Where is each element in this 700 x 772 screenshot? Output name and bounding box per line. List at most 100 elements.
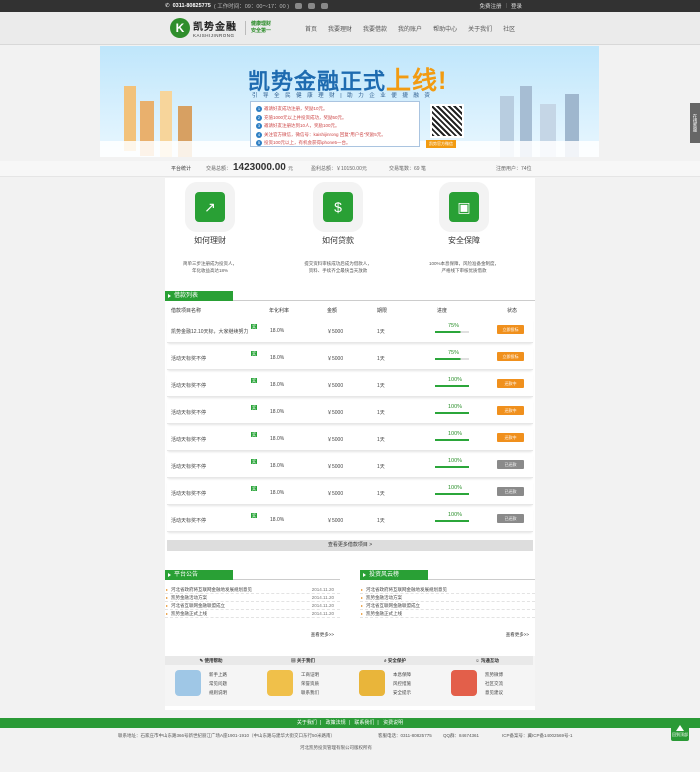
help-categories: ✎ 使用帮助 新手上路 常见问题 规则说明 ▤ 关于我们 工商证明 荣誉资质 联… <box>165 656 535 706</box>
loan-status-button[interactable]: 还款中 <box>497 433 524 442</box>
category-link[interactable]: 工商证明 <box>301 672 319 678</box>
loan-name: 活动天标奖不停 <box>171 464 207 470</box>
step-number-icon: 4 <box>256 131 262 138</box>
loan-status-button[interactable]: 还款中 <box>497 379 524 388</box>
category-link[interactable]: 风控措施 <box>393 681 411 687</box>
feature-desc: 100%本息保障，风险准备金制度， 严格线下审核优质借款 <box>414 260 514 274</box>
footer-link-contact[interactable]: 联系我们 <box>354 720 374 726</box>
list-item[interactable]: 河北省互联网金融联盟成立 2014.11.20 <box>165 602 340 610</box>
loan-status-button[interactable]: 已还款 <box>497 487 524 496</box>
col-term: 期限 <box>377 308 388 314</box>
loan-status-button[interactable]: 已还款 <box>497 514 524 523</box>
login-link[interactable]: 登录 <box>511 2 522 10</box>
online-service-tab[interactable]: 在线客服 <box>690 103 700 143</box>
trend-up-icon: ↗ <box>195 192 225 222</box>
feature-borrow[interactable]: $ 如何贷款 提交资料审核成功后成为借款人， 资料、手续齐全最快当天放款 <box>288 192 388 274</box>
brand-name-en: KAISHIJINRONG <box>193 33 235 38</box>
item-text: 凯势金融活动方案 <box>366 595 402 600</box>
reward-badge-icon: 奖 <box>251 459 257 464</box>
logo[interactable]: K 凯势金融 KAISHIJINRONG 健康理财 安全第一 <box>170 18 271 38</box>
list-item[interactable]: 凯势金融活动方案 2014.11.20 <box>165 594 340 602</box>
nav-community[interactable]: 社区 <box>503 24 515 33</box>
list-item[interactable]: 河北省政府将互联网金融地发展规划意见 2014.11.20 <box>165 586 340 594</box>
table-row[interactable]: 活动天标奖不停 奖 18.0% ￥5000 1天 100% 已还款 <box>167 453 533 478</box>
nav-help[interactable]: 帮助中心 <box>433 24 457 33</box>
loan-progress-text: 75% <box>448 323 460 329</box>
qq-icon[interactable] <box>295 3 303 9</box>
category-title-text: 使用帮助 <box>204 658 223 663</box>
table-row[interactable]: 活动天标奖不停 奖 18.0% ￥5000 1天 100% 还款中 <box>167 426 533 451</box>
back-to-top-button[interactable]: 回到顶部 <box>671 723 689 741</box>
step-text: 充值1000元以上并投资成功，奖励50元。 <box>264 114 347 120</box>
table-row[interactable]: 活动天标奖不停 奖 18.0% ￥5000 1天 100% 还款中 <box>167 399 533 424</box>
loan-list-header: 借款列表 <box>165 291 233 301</box>
footer-link-fees[interactable]: 资费说明 <box>383 720 403 726</box>
main-content: ↗ 如何理财 简单三步注册成为投资人， 年化收益高达18% $ 如何贷款 提交资料… <box>165 178 535 710</box>
category-link[interactable]: 常见问题 <box>209 681 227 687</box>
category-link[interactable]: 意见建议 <box>485 690 503 696</box>
category-link[interactable]: 荣誉资质 <box>301 681 319 687</box>
loan-progress-text: 100% <box>448 458 463 464</box>
site-header: K 凯势金融 KAISHIJINRONG 健康理财 安全第一 首页 我要理财 我… <box>0 12 700 45</box>
feature-desc-line: 100%本息保障，风险准备金制度， <box>428 261 499 266</box>
news-more-link[interactable]: 查看更多>> <box>506 632 529 638</box>
category-link[interactable]: 规则说明 <box>209 690 227 696</box>
reward-badge-icon: 奖 <box>251 432 257 437</box>
loan-status-button[interactable]: 立即投标 <box>497 325 524 334</box>
register-link[interactable]: 免费注册 <box>480 2 502 10</box>
loan-rate: 18.0% <box>270 328 285 334</box>
list-item[interactable]: 河北省政府将互联网金融地发展规划意见 <box>360 586 535 594</box>
nav-account[interactable]: 我的账户 <box>398 24 422 33</box>
category-link[interactable]: 本息保障 <box>393 672 411 678</box>
weibo-icon[interactable] <box>308 3 316 9</box>
more-loans-button[interactable]: 查看更多借款项目 > <box>167 540 533 551</box>
nav-borrow[interactable]: 我要借款 <box>363 24 387 33</box>
col-status: 状态 <box>507 308 518 314</box>
category-link[interactable]: 安全提示 <box>393 690 411 696</box>
loan-rate: 18.0% <box>270 517 285 523</box>
promo-banner[interactable]: 凯势金融正式上线! 引 导 全 民 健 康 理 财 | 助 力 企 业 便 捷 … <box>100 46 599 157</box>
loan-amount: ￥5000 <box>327 356 344 362</box>
loan-name: 活动天标奖不停 <box>171 437 207 443</box>
category-link[interactable]: 新手上路 <box>209 672 227 678</box>
loan-status-button[interactable]: 立即投标 <box>497 352 524 361</box>
volume-value: 1423000.00 <box>233 162 286 173</box>
nav-about[interactable]: 关于我们 <box>468 24 492 33</box>
footer-link-policy[interactable]: 政策法规 <box>326 720 346 726</box>
list-item[interactable]: 河北省互联网金融联盟成立 <box>360 602 535 610</box>
category-link[interactable]: 联系我们 <box>301 690 319 696</box>
list-item[interactable]: 凯势金融正式上线 2014.11.20 <box>165 610 340 618</box>
footer-qq: QQ群：84674361 <box>443 733 480 738</box>
loan-amount: ￥5000 <box>327 437 344 443</box>
loan-name: 活动天标奖不停 <box>171 383 207 389</box>
list-item[interactable]: 凯势金融正式上线 <box>360 610 535 618</box>
loan-status-button[interactable]: 还款中 <box>497 406 524 415</box>
wechat-icon[interactable] <box>321 3 329 9</box>
logo-text: 凯势金融 KAISHIJINRONG <box>193 18 237 38</box>
loan-status-button[interactable]: 已还款 <box>497 460 524 469</box>
loan-rate: 18.0% <box>270 436 285 442</box>
table-row[interactable]: 凯势金融12.10天标，大家继续努力奖 18.0% ￥5000 1天 75% 立即投标 <box>167 318 533 343</box>
col-name: 借款项目名称 <box>171 308 202 314</box>
table-row[interactable]: 活动天标奖不停 奖 18.0% ￥5000 1天 100% 还款中 <box>167 372 533 397</box>
loan-progress-text: 100% <box>448 485 463 491</box>
pencil-illustration-icon <box>175 670 201 696</box>
news-list: 河北省政府将互联网金融地发展规划意见 凯势金融活动方案 河北省互联网金融联盟成立… <box>360 586 535 618</box>
feature-security[interactable]: ▣ 安全保障 100%本息保障，风险准备金制度， 严格线下审核优质借款 <box>414 192 514 274</box>
loan-rate: 18.0% <box>270 409 285 415</box>
feature-desc-line: 简单三步注册成为投资人， <box>183 261 237 266</box>
table-row[interactable]: 活动天标奖不停 奖 18.0% ￥5000 1天 75% 立即投标 <box>167 345 533 370</box>
table-row[interactable]: 活动天标奖不停 奖 18.0% ￥5000 1天 100% 已还款 <box>167 480 533 505</box>
category-link[interactable]: 凯势微博 <box>485 672 503 678</box>
feature-desc-line: 年化收益高达18% <box>191 268 228 273</box>
list-item[interactable]: 凯势金融活动方案 <box>360 594 535 602</box>
announcements-more-link[interactable]: 查看更多>> <box>311 632 334 638</box>
footer-link-about[interactable]: 关于我们 <box>297 720 317 726</box>
category-link[interactable]: 社区交流 <box>485 681 503 687</box>
table-row[interactable]: 活动天标奖不停 奖 18.0% ￥5000 1天 100% 已还款 <box>167 507 533 532</box>
feature-invest[interactable]: ↗ 如何理财 简单三步注册成为投资人， 年化收益高达18% <box>160 192 260 274</box>
banner-step: 4 关注官方微信，微信号：kaishijinrong 回复“用户名”奖励5元。 <box>256 131 414 140</box>
nav-home[interactable]: 首页 <box>305 24 317 33</box>
nav-invest[interactable]: 我要理财 <box>328 24 352 33</box>
item-date: 2014.11.20 <box>311 611 334 616</box>
